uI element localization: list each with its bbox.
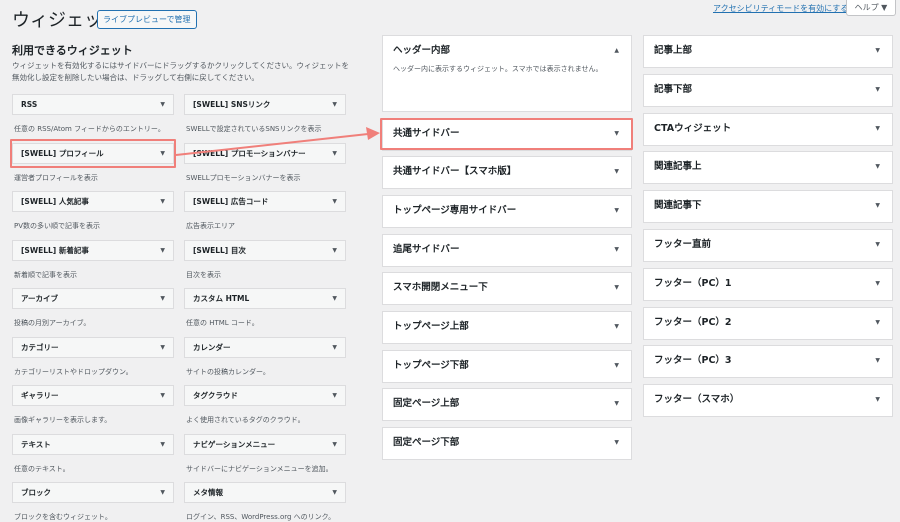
drag-arrow-icon — [175, 127, 380, 156]
